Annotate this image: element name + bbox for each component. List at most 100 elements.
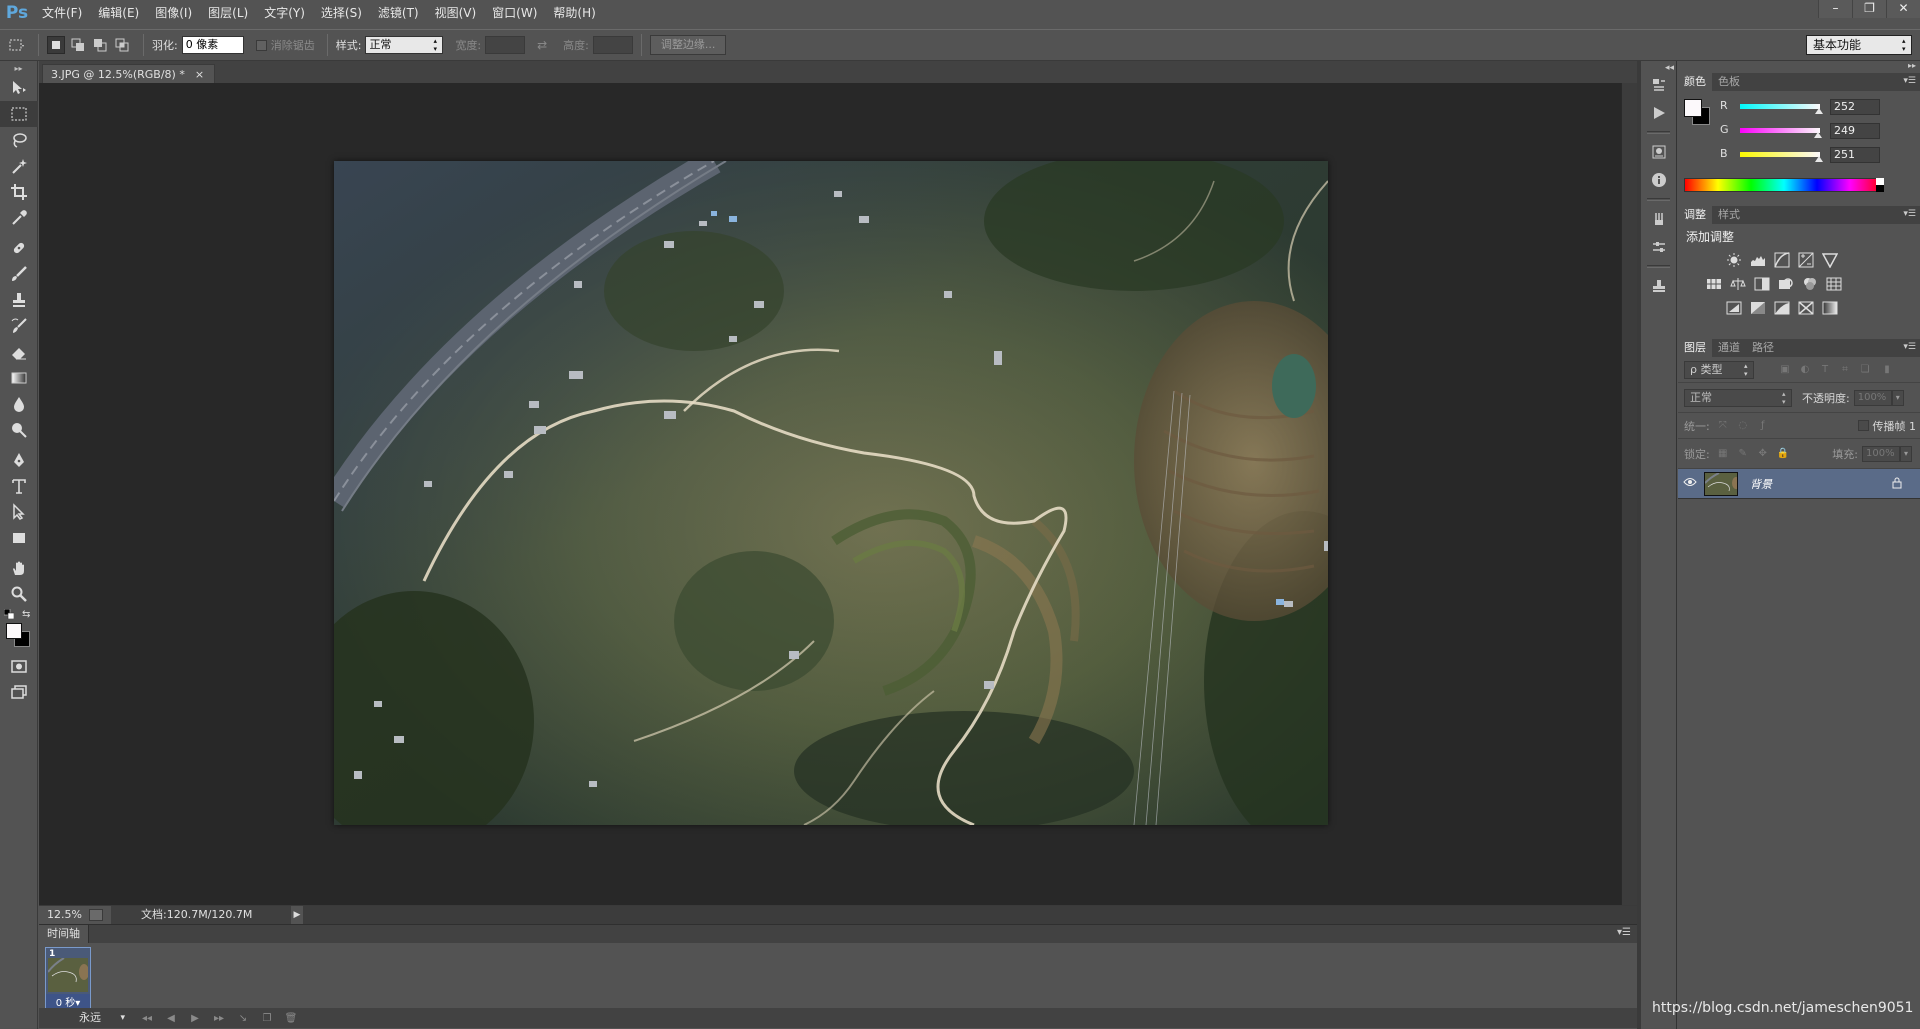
propagate-frame-checkbox[interactable] bbox=[1857, 420, 1869, 431]
color-spectrum[interactable] bbox=[1684, 178, 1884, 192]
green-value-input[interactable]: 249 bbox=[1830, 123, 1880, 139]
hue-saturation-icon[interactable] bbox=[1704, 274, 1724, 294]
zoom-level[interactable]: 12.5% bbox=[39, 908, 89, 921]
minimize-button[interactable]: – bbox=[1818, 0, 1852, 18]
menu-file[interactable]: 文件(F) bbox=[34, 0, 90, 26]
type-tool-icon[interactable] bbox=[0, 473, 38, 499]
first-frame-icon[interactable]: ◂◂ bbox=[135, 1013, 159, 1024]
workspace-select[interactable]: 基本功能 bbox=[1806, 35, 1912, 55]
filter-type-icon[interactable]: T bbox=[1818, 363, 1832, 377]
rect-marquee-tool-icon[interactable] bbox=[0, 101, 38, 127]
delete-frame-icon[interactable]: 🗑 bbox=[279, 1013, 303, 1024]
menu-edit[interactable]: 编辑(E) bbox=[90, 0, 147, 26]
document-tab[interactable]: 3.JPG @ 12.5%(RGB/8) * × bbox=[42, 64, 216, 83]
subtract-from-selection-icon[interactable] bbox=[91, 36, 109, 54]
intersect-selection-icon[interactable] bbox=[113, 36, 131, 54]
aerial-photo-image[interactable] bbox=[334, 161, 1328, 825]
restore-button[interactable]: ❐ bbox=[1852, 0, 1886, 18]
loop-select[interactable]: 永远 bbox=[69, 1009, 125, 1027]
channel-mixer-icon[interactable] bbox=[1800, 274, 1820, 294]
levels-icon[interactable] bbox=[1748, 250, 1768, 270]
posterize-icon[interactable] bbox=[1748, 298, 1768, 318]
panel-menu-icon[interactable]: ▾☰ bbox=[1903, 76, 1916, 86]
gradient-map-icon[interactable] bbox=[1820, 298, 1840, 318]
layer-name[interactable]: 背景 bbox=[1750, 476, 1772, 492]
filter-pixel-icon[interactable]: ▣ bbox=[1778, 363, 1792, 377]
timeline-tab[interactable]: 时间轴 bbox=[39, 925, 89, 943]
selective-color-icon[interactable] bbox=[1796, 298, 1816, 318]
tab-channels[interactable]: 通道 bbox=[1712, 339, 1746, 357]
crop-tool-icon[interactable] bbox=[0, 179, 38, 205]
close-button[interactable]: ✕ bbox=[1886, 0, 1920, 18]
menu-window[interactable]: 窗口(W) bbox=[484, 0, 545, 26]
brush-panel-icon[interactable] bbox=[1641, 233, 1677, 261]
foreground-color-swatch[interactable] bbox=[1684, 99, 1702, 117]
red-value-input[interactable]: 252 bbox=[1830, 99, 1880, 115]
filter-smart-object-icon[interactable]: ❏ bbox=[1858, 363, 1872, 377]
brightness-contrast-icon[interactable] bbox=[1724, 250, 1744, 270]
clone-stamp-tool-icon[interactable] bbox=[0, 287, 38, 313]
foreground-color-swatch[interactable] bbox=[6, 623, 22, 639]
panel-menu-icon[interactable]: ▾☰ bbox=[1617, 927, 1631, 938]
clone-source-icon[interactable] bbox=[1641, 272, 1677, 300]
lock-pixels-icon[interactable]: ✎ bbox=[1736, 447, 1750, 461]
opacity-slider-arrow-icon[interactable]: ▾ bbox=[1891, 389, 1904, 406]
lock-position-icon[interactable]: ✥ bbox=[1756, 447, 1770, 461]
menu-type[interactable]: 文字(Y) bbox=[256, 0, 313, 26]
tab-layers[interactable]: 图层 bbox=[1678, 339, 1712, 357]
new-selection-icon[interactable] bbox=[47, 36, 65, 54]
blue-slider-thumb[interactable] bbox=[1814, 156, 1823, 162]
lasso-tool-icon[interactable] bbox=[0, 127, 38, 153]
panel-menu-icon[interactable]: ▾☰ bbox=[1903, 342, 1916, 352]
rectangle-tool-icon[interactable] bbox=[0, 525, 38, 551]
height-input[interactable] bbox=[592, 36, 633, 54]
info-panel-icon[interactable] bbox=[1641, 166, 1677, 194]
menu-image[interactable]: 图像(I) bbox=[147, 0, 200, 26]
frame-delay[interactable]: 0 秒▾ bbox=[46, 994, 90, 1009]
properties-panel-icon[interactable] bbox=[1641, 138, 1677, 166]
tab-adjustments[interactable]: 调整 bbox=[1678, 206, 1712, 224]
fill-input[interactable]: 100% bbox=[1862, 445, 1900, 462]
fill-slider-arrow-icon[interactable]: ▾ bbox=[1900, 445, 1912, 462]
brush-tool-icon[interactable] bbox=[0, 261, 38, 287]
magic-wand-tool-icon[interactable] bbox=[0, 153, 38, 179]
swap-colors-icon[interactable]: ⇆ bbox=[22, 609, 30, 620]
blue-value-input[interactable]: 251 bbox=[1830, 147, 1880, 163]
hand-tool-icon[interactable] bbox=[0, 555, 38, 581]
canvas-area[interactable] bbox=[39, 83, 1621, 905]
path-selection-tool-icon[interactable] bbox=[0, 499, 38, 525]
black-white-icon[interactable] bbox=[1752, 274, 1772, 294]
quick-mask-icon[interactable] bbox=[0, 653, 38, 679]
green-slider[interactable] bbox=[1740, 128, 1820, 133]
play-icon[interactable]: ▶ bbox=[183, 1013, 207, 1024]
tab-color[interactable]: 颜色 bbox=[1678, 73, 1712, 91]
animation-frame[interactable]: 1 0 秒▾ bbox=[45, 947, 91, 1009]
panel-menu-icon[interactable]: ▾☰ bbox=[1903, 209, 1916, 219]
tab-swatches[interactable]: 色板 bbox=[1712, 73, 1746, 91]
curves-icon[interactable] bbox=[1772, 250, 1792, 270]
tab-paths[interactable]: 路径 bbox=[1746, 339, 1780, 357]
healing-brush-tool-icon[interactable] bbox=[0, 235, 38, 261]
unify-style-icon[interactable]: ƒ bbox=[1756, 419, 1770, 433]
brush-presets-icon[interactable] bbox=[1641, 205, 1677, 233]
red-slider[interactable] bbox=[1740, 104, 1820, 109]
vibrance-icon[interactable] bbox=[1820, 250, 1840, 270]
width-input[interactable] bbox=[485, 36, 526, 54]
layer-filter-kind-select[interactable]: ρ 类型 bbox=[1684, 360, 1754, 379]
blend-mode-select[interactable]: 正常 bbox=[1684, 388, 1792, 407]
opacity-input[interactable]: 100% bbox=[1853, 389, 1892, 406]
panels-collapse-icon[interactable]: ▸▸ bbox=[1678, 61, 1920, 71]
status-info-icon[interactable] bbox=[89, 908, 103, 921]
prev-frame-icon[interactable]: ◀ bbox=[159, 1013, 183, 1024]
lock-all-icon[interactable]: 🔒 bbox=[1776, 447, 1790, 461]
vertical-scrollbar[interactable] bbox=[1621, 83, 1637, 905]
exposure-icon[interactable] bbox=[1796, 250, 1816, 270]
eyedropper-tool-icon[interactable] bbox=[0, 205, 38, 231]
unify-visibility-icon[interactable]: ◌ bbox=[1736, 419, 1750, 433]
move-tool-icon[interactable] bbox=[0, 75, 38, 101]
red-slider-thumb[interactable] bbox=[1815, 108, 1824, 114]
invert-icon[interactable] bbox=[1724, 298, 1744, 318]
layer-row-background[interactable]: 背景 bbox=[1678, 469, 1920, 499]
menu-layer[interactable]: 图层(L) bbox=[200, 0, 256, 26]
threshold-icon[interactable] bbox=[1772, 298, 1792, 318]
